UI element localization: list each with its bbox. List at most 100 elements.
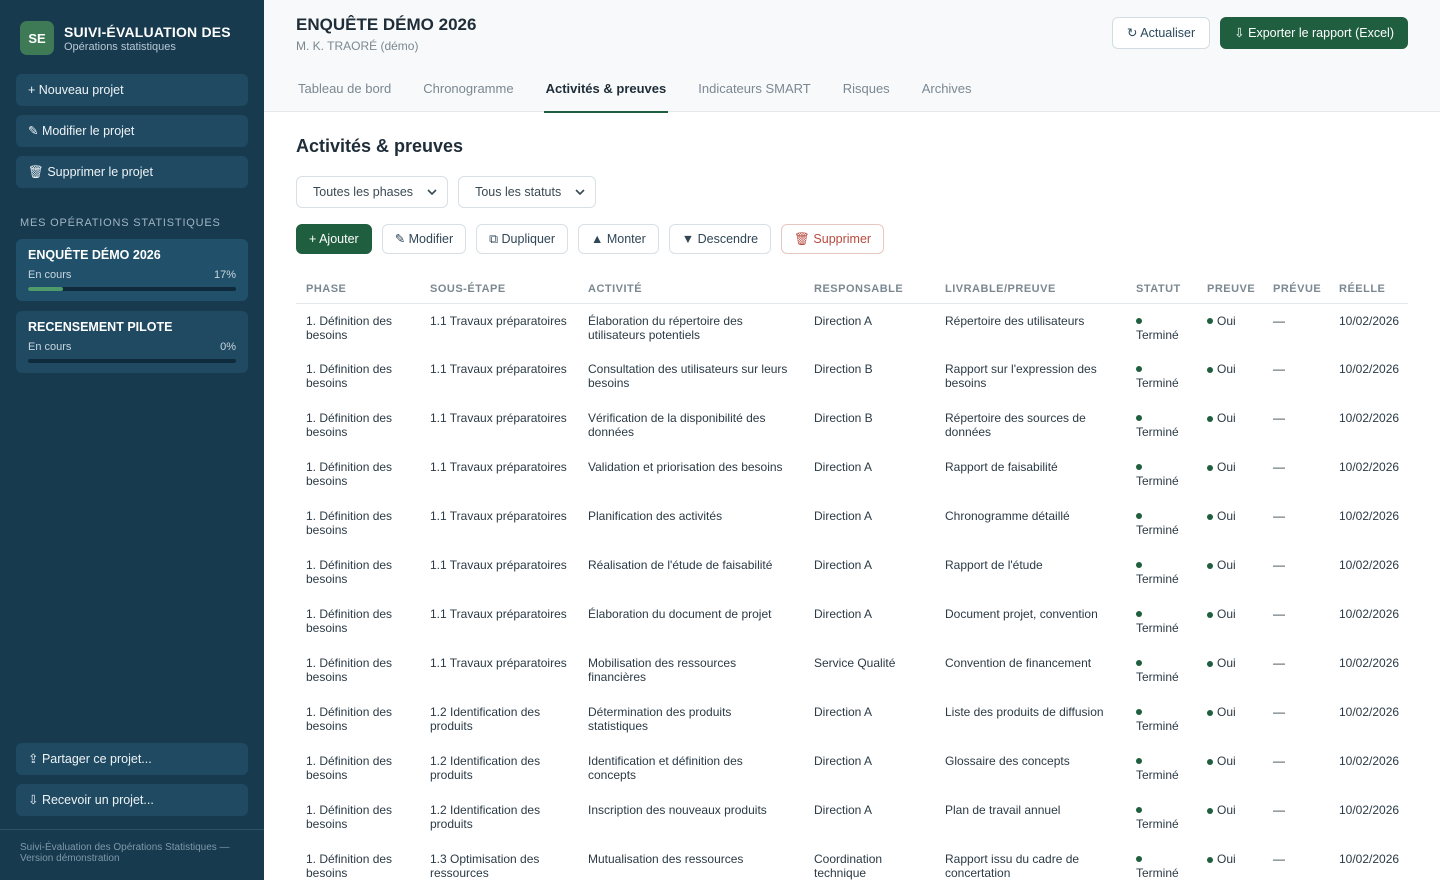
phase-filter-value: Toutes les phases <box>313 185 414 199</box>
activities-section: Activités & preuves Toutes les phases To… <box>264 112 1440 880</box>
tab-archives[interactable]: Archives <box>922 66 972 112</box>
cell-planned: — <box>1273 705 1285 719</box>
brand-subtitle: Opérations statistiques <box>64 40 176 53</box>
table-row[interactable]: 1. Définition des besoins 1.1 Travaux pr… <box>296 499 1408 548</box>
cell-phase: 1. Définition des besoins <box>306 558 393 586</box>
cell-deliverable: Chronogramme détaillé <box>945 509 1070 523</box>
sidebar: SE SUIVI-ÉVALUATION DES Opérations stati… <box>0 0 264 880</box>
cell-status: Terminé <box>1126 401 1197 450</box>
cell-phase: 1. Définition des besoins <box>306 705 393 733</box>
project-actions: + Nouveau projet ✎ Modifier le projet 🗑 … <box>0 56 264 197</box>
move-down-button[interactable]: ▼ Descendre <box>668 224 772 254</box>
move-up-button[interactable]: ▲ Monter <box>578 224 659 254</box>
cell-phase: 1. Définition des besoins <box>306 803 393 831</box>
table-row[interactable]: 1. Définition des besoins 1.2 Identifica… <box>296 695 1408 744</box>
column-header[interactable]: LIVRABLE/PREUVE <box>935 274 1126 304</box>
column-header[interactable]: SOUS-ÉTAPE <box>420 274 578 304</box>
projects-section-label: MES OPÉRATIONS STATISTIQUES <box>20 217 221 229</box>
project-name: ENQUÊTE DÉMO 2026 <box>28 248 161 262</box>
cell-status: Terminé <box>1126 695 1197 744</box>
add-activity-button[interactable]: + Ajouter <box>296 224 372 254</box>
table-body: 1. Définition des besoins 1.1 Travaux pr… <box>296 303 1408 880</box>
project-card-enquete[interactable]: ENQUÊTE DÉMO 2026 En cours 17% <box>16 239 248 301</box>
cell-deliverable: Glossaire des concepts <box>945 754 1070 768</box>
cell-status: Terminé <box>1126 646 1197 695</box>
table-row[interactable]: 1. Définition des besoins 1.1 Travaux pr… <box>296 352 1408 401</box>
proof-dot-icon <box>1207 807 1213 814</box>
cell-deliverable: Répertoire des sources de données <box>945 411 1086 439</box>
share-project-button[interactable]: ⇪ Partager ce projet... <box>16 743 248 775</box>
cell-substep: 1.1 Travaux préparatoires <box>430 460 567 474</box>
export-report-button[interactable]: ⇩ Exporter le rapport (Excel) <box>1220 17 1408 49</box>
cell-deliverable: Plan de travail annuel <box>945 803 1061 817</box>
table-row[interactable]: 1. Définition des besoins 1.1 Travaux pr… <box>296 597 1408 646</box>
tab-bar: Tableau de bord Chronogramme Activités &… <box>264 66 1440 113</box>
proof-label: Oui <box>1217 509 1236 523</box>
table-row[interactable]: 1. Définition des besoins 1.1 Travaux pr… <box>296 401 1408 450</box>
cell-proof: Oui <box>1197 401 1263 450</box>
project-progress-fill <box>28 287 64 291</box>
column-header[interactable]: RÉELLE <box>1329 274 1408 304</box>
status-dot-icon <box>1136 709 1142 715</box>
tab-dashboard[interactable]: Tableau de bord <box>298 66 391 112</box>
phase-filter-select[interactable]: Toutes les phases <box>296 176 449 208</box>
delete-activity-button[interactable]: 🗑 Supprimer <box>781 224 885 254</box>
brand: SE SUIVI-ÉVALUATION DES Opérations stati… <box>0 0 264 56</box>
cell-owner: Direction B <box>814 362 873 376</box>
status-label: Terminé <box>1136 817 1179 831</box>
table-row[interactable]: 1. Définition des besoins 1.2 Identifica… <box>296 793 1408 842</box>
status-dot-icon <box>1136 758 1142 764</box>
tab-timeline[interactable]: Chronogramme <box>423 66 513 112</box>
table-row[interactable]: 1. Définition des besoins 1.1 Travaux pr… <box>296 303 1408 352</box>
project-name: RECENSEMENT PILOTE <box>28 320 173 334</box>
column-header[interactable]: PRÉVUE <box>1263 274 1329 304</box>
edit-project-button[interactable]: ✎ Modifier le projet <box>16 115 248 147</box>
page-title: ENQUÊTE DÉMO 2026 <box>296 15 477 34</box>
cell-status: Terminé <box>1126 499 1197 548</box>
status-label: Terminé <box>1136 768 1179 782</box>
column-header[interactable]: STATUT <box>1126 274 1197 304</box>
app-root: SE SUIVI-ÉVALUATION DES Opérations stati… <box>0 0 1440 880</box>
status-label: Terminé <box>1136 523 1179 537</box>
proof-label: Oui <box>1217 852 1236 866</box>
tab-risks[interactable]: Risques <box>843 66 890 112</box>
project-card-recensement[interactable]: RECENSEMENT PILOTE En cours 0% <box>16 311 248 373</box>
tab-smart-indicators[interactable]: Indicateurs SMART <box>698 66 810 112</box>
cell-substep: 1.1 Travaux préparatoires <box>430 607 567 621</box>
cell-actual: 10/02/2026 <box>1339 803 1400 817</box>
proof-dot-icon <box>1207 415 1213 422</box>
duplicate-activity-button[interactable]: ⧉ Dupliquer <box>476 224 569 254</box>
cell-owner: Direction B <box>814 411 873 425</box>
table-row[interactable]: 1. Définition des besoins 1.1 Travaux pr… <box>296 548 1408 597</box>
cell-activity: Élaboration du document de projet <box>588 607 772 621</box>
table-row[interactable]: 1. Définition des besoins 1.2 Identifica… <box>296 744 1408 793</box>
column-header[interactable]: PREUVE <box>1197 274 1263 304</box>
table-row[interactable]: 1. Définition des besoins 1.3 Optimisati… <box>296 842 1408 880</box>
chevron-down-icon <box>575 186 585 198</box>
cell-deliverable: Rapport de faisabilité <box>945 460 1058 474</box>
cell-actual: 10/02/2026 <box>1339 754 1400 768</box>
column-header[interactable]: PHASE <box>296 274 420 304</box>
status-dot-icon <box>1136 562 1142 568</box>
table-row[interactable]: 1. Définition des besoins 1.1 Travaux pr… <box>296 450 1408 499</box>
receive-project-button[interactable]: ⇩ Recevoir un projet... <box>16 784 248 816</box>
tab-activities[interactable]: Activités & preuves <box>543 66 668 113</box>
refresh-button[interactable]: ↻ Actualiser <box>1112 17 1211 49</box>
status-filter-select[interactable]: Tous les statuts <box>458 176 597 208</box>
table-row[interactable]: 1. Définition des besoins 1.1 Travaux pr… <box>296 646 1408 695</box>
cell-substep: 1.1 Travaux préparatoires <box>430 558 567 572</box>
cell-substep: 1.1 Travaux préparatoires <box>430 362 567 376</box>
cell-owner: Service Qualité <box>814 656 896 670</box>
cell-owner: Direction A <box>814 705 873 719</box>
cell-activity: Détermination des produits statistiques <box>588 705 732 733</box>
delete-project-button[interactable]: 🗑 Supprimer le projet <box>16 156 248 188</box>
column-header[interactable]: RESPONSABLE <box>804 274 935 304</box>
cell-phase: 1. Définition des besoins <box>306 460 393 488</box>
status-dot-icon <box>1136 415 1142 421</box>
column-header[interactable]: ACTIVITÉ <box>578 274 804 304</box>
new-project-button[interactable]: + Nouveau projet <box>16 74 248 106</box>
status-label: Terminé <box>1136 572 1179 586</box>
cell-proof: Oui <box>1197 499 1263 548</box>
edit-activity-button[interactable]: ✎ Modifier <box>381 224 467 254</box>
proof-label: Oui <box>1217 558 1236 572</box>
